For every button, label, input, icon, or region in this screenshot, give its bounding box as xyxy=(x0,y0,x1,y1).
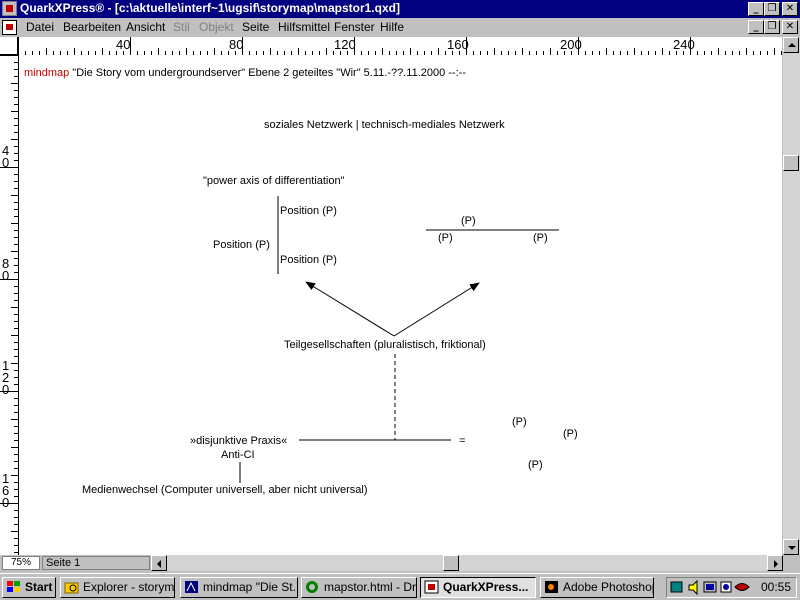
menu-seite[interactable]: Seite xyxy=(242,20,269,34)
taskbar-explorer[interactable]: Explorer - storymap xyxy=(60,577,175,598)
close-button[interactable]: ✕ xyxy=(782,2,798,16)
horizontal-ruler[interactable]: 40 80 120 160 200 240 xyxy=(18,37,782,56)
status-bar: 75% Seite 1 xyxy=(0,555,800,572)
taskbar-mindmap-label: mindmap "Die St... xyxy=(203,580,298,594)
quark-icon xyxy=(424,580,439,594)
menu-objekt[interactable]: Objekt xyxy=(199,20,234,34)
tray-volume-icon[interactable] xyxy=(688,579,698,596)
tray-display-icon[interactable] xyxy=(703,581,717,593)
quarkxpress-app-icon[interactable] xyxy=(2,1,17,16)
taskbar-quarkxpress[interactable]: QuarkXPress... xyxy=(420,577,536,598)
taskbar-explorer-label: Explorer - storymap xyxy=(83,580,175,594)
menu-datei[interactable]: Datei xyxy=(26,20,54,34)
start-label: Start xyxy=(25,580,53,594)
scroll-right-button[interactable] xyxy=(767,555,783,571)
vruler-label-160: 160 xyxy=(2,471,10,510)
vruler-label-80: 80 xyxy=(2,256,10,283)
doc-restore-button[interactable]: ❐ xyxy=(764,20,780,34)
vruler-label-120: 120 xyxy=(2,358,10,397)
menu-stil[interactable]: Stil xyxy=(173,20,190,34)
menu-bar: Datei Bearbeiten Ansicht Stil Objekt Sei… xyxy=(0,18,800,37)
taskbar-mindmap[interactable]: mindmap "Die St... xyxy=(180,577,298,598)
zoom-field[interactable]: 75% xyxy=(2,556,40,570)
horizontal-ruler-ticks xyxy=(18,37,782,55)
hruler-label-240: 240 xyxy=(673,37,695,52)
doc-close-button[interactable]: ✕ xyxy=(782,20,798,34)
page-indicator[interactable]: Seite 1 xyxy=(42,556,150,570)
menu-hilfe[interactable]: Hilfe xyxy=(380,20,404,34)
hruler-label-40: 40 xyxy=(116,37,131,52)
menu-hilfsmittel[interactable]: Hilfsmittel xyxy=(278,20,330,34)
scroll-left-button[interactable] xyxy=(151,555,167,571)
vruler-label-40: 40 xyxy=(2,143,10,170)
doc-minimize-button[interactable]: _ xyxy=(748,20,764,34)
taskbar-quarkxpress-label: QuarkXPress... xyxy=(443,580,529,594)
mindmap-diagram xyxy=(239,196,559,483)
taskbar-photoshop-label: Adobe Photoshop xyxy=(563,580,654,594)
ruler-origin[interactable] xyxy=(0,37,18,55)
taskbar-photoshop[interactable]: Adobe Photoshop xyxy=(540,577,654,598)
scroll-up-button[interactable] xyxy=(783,37,799,53)
hruler-label-160: 160 xyxy=(447,37,469,52)
window-titlebar[interactable]: QuarkXPress® - [c:\aktuelle\interf~1\ugs… xyxy=(0,0,800,18)
taskbar-mapstor[interactable]: mapstor.html - Dr... xyxy=(301,577,417,598)
vertical-scroll-thumb[interactable] xyxy=(783,155,799,171)
tray-network-icon[interactable] xyxy=(670,581,683,593)
menu-bearbeiten[interactable]: Bearbeiten xyxy=(63,20,121,34)
menu-ansicht[interactable]: Ansicht xyxy=(126,20,165,34)
document-icon[interactable] xyxy=(2,20,17,35)
vertical-ruler[interactable]: 40 80 120 160 xyxy=(0,55,19,555)
browser-icon xyxy=(184,580,199,594)
window-title: QuarkXPress® - [c:\aktuelle\interf~1\ugs… xyxy=(20,1,400,15)
tray-monitor-icon[interactable] xyxy=(720,581,732,593)
windows-logo-icon xyxy=(6,580,21,594)
dreamweaver-icon xyxy=(305,580,320,594)
menu-fenster[interactable]: Fenster xyxy=(334,20,375,34)
hruler-label-200: 200 xyxy=(560,37,582,52)
vertical-scrollbar[interactable] xyxy=(783,37,800,555)
minimize-button[interactable]: _ xyxy=(748,2,764,16)
explorer-icon xyxy=(64,580,79,594)
start-button[interactable]: Start xyxy=(2,577,56,598)
tray-eye-icon[interactable] xyxy=(734,583,750,591)
taskbar: Start Explorer - storymap mindmap "Die S… xyxy=(0,573,800,600)
document-canvas[interactable]: mindmap "Die Story vom undergroundserver… xyxy=(19,55,782,555)
hruler-label-120: 120 xyxy=(334,37,356,52)
photoshop-icon xyxy=(544,580,559,594)
clock: 00:55 xyxy=(761,580,792,594)
taskbar-mapstor-label: mapstor.html - Dr... xyxy=(324,580,417,594)
horizontal-scroll-thumb[interactable] xyxy=(443,555,459,571)
horizontal-scrollbar[interactable] xyxy=(151,555,783,571)
scroll-down-button[interactable] xyxy=(783,539,799,555)
arrow-right xyxy=(393,282,480,337)
arrow-left xyxy=(305,281,395,337)
hruler-label-80: 80 xyxy=(229,37,244,52)
restore-button[interactable]: ❐ xyxy=(764,2,780,16)
system-tray: 00:55 xyxy=(666,577,797,598)
